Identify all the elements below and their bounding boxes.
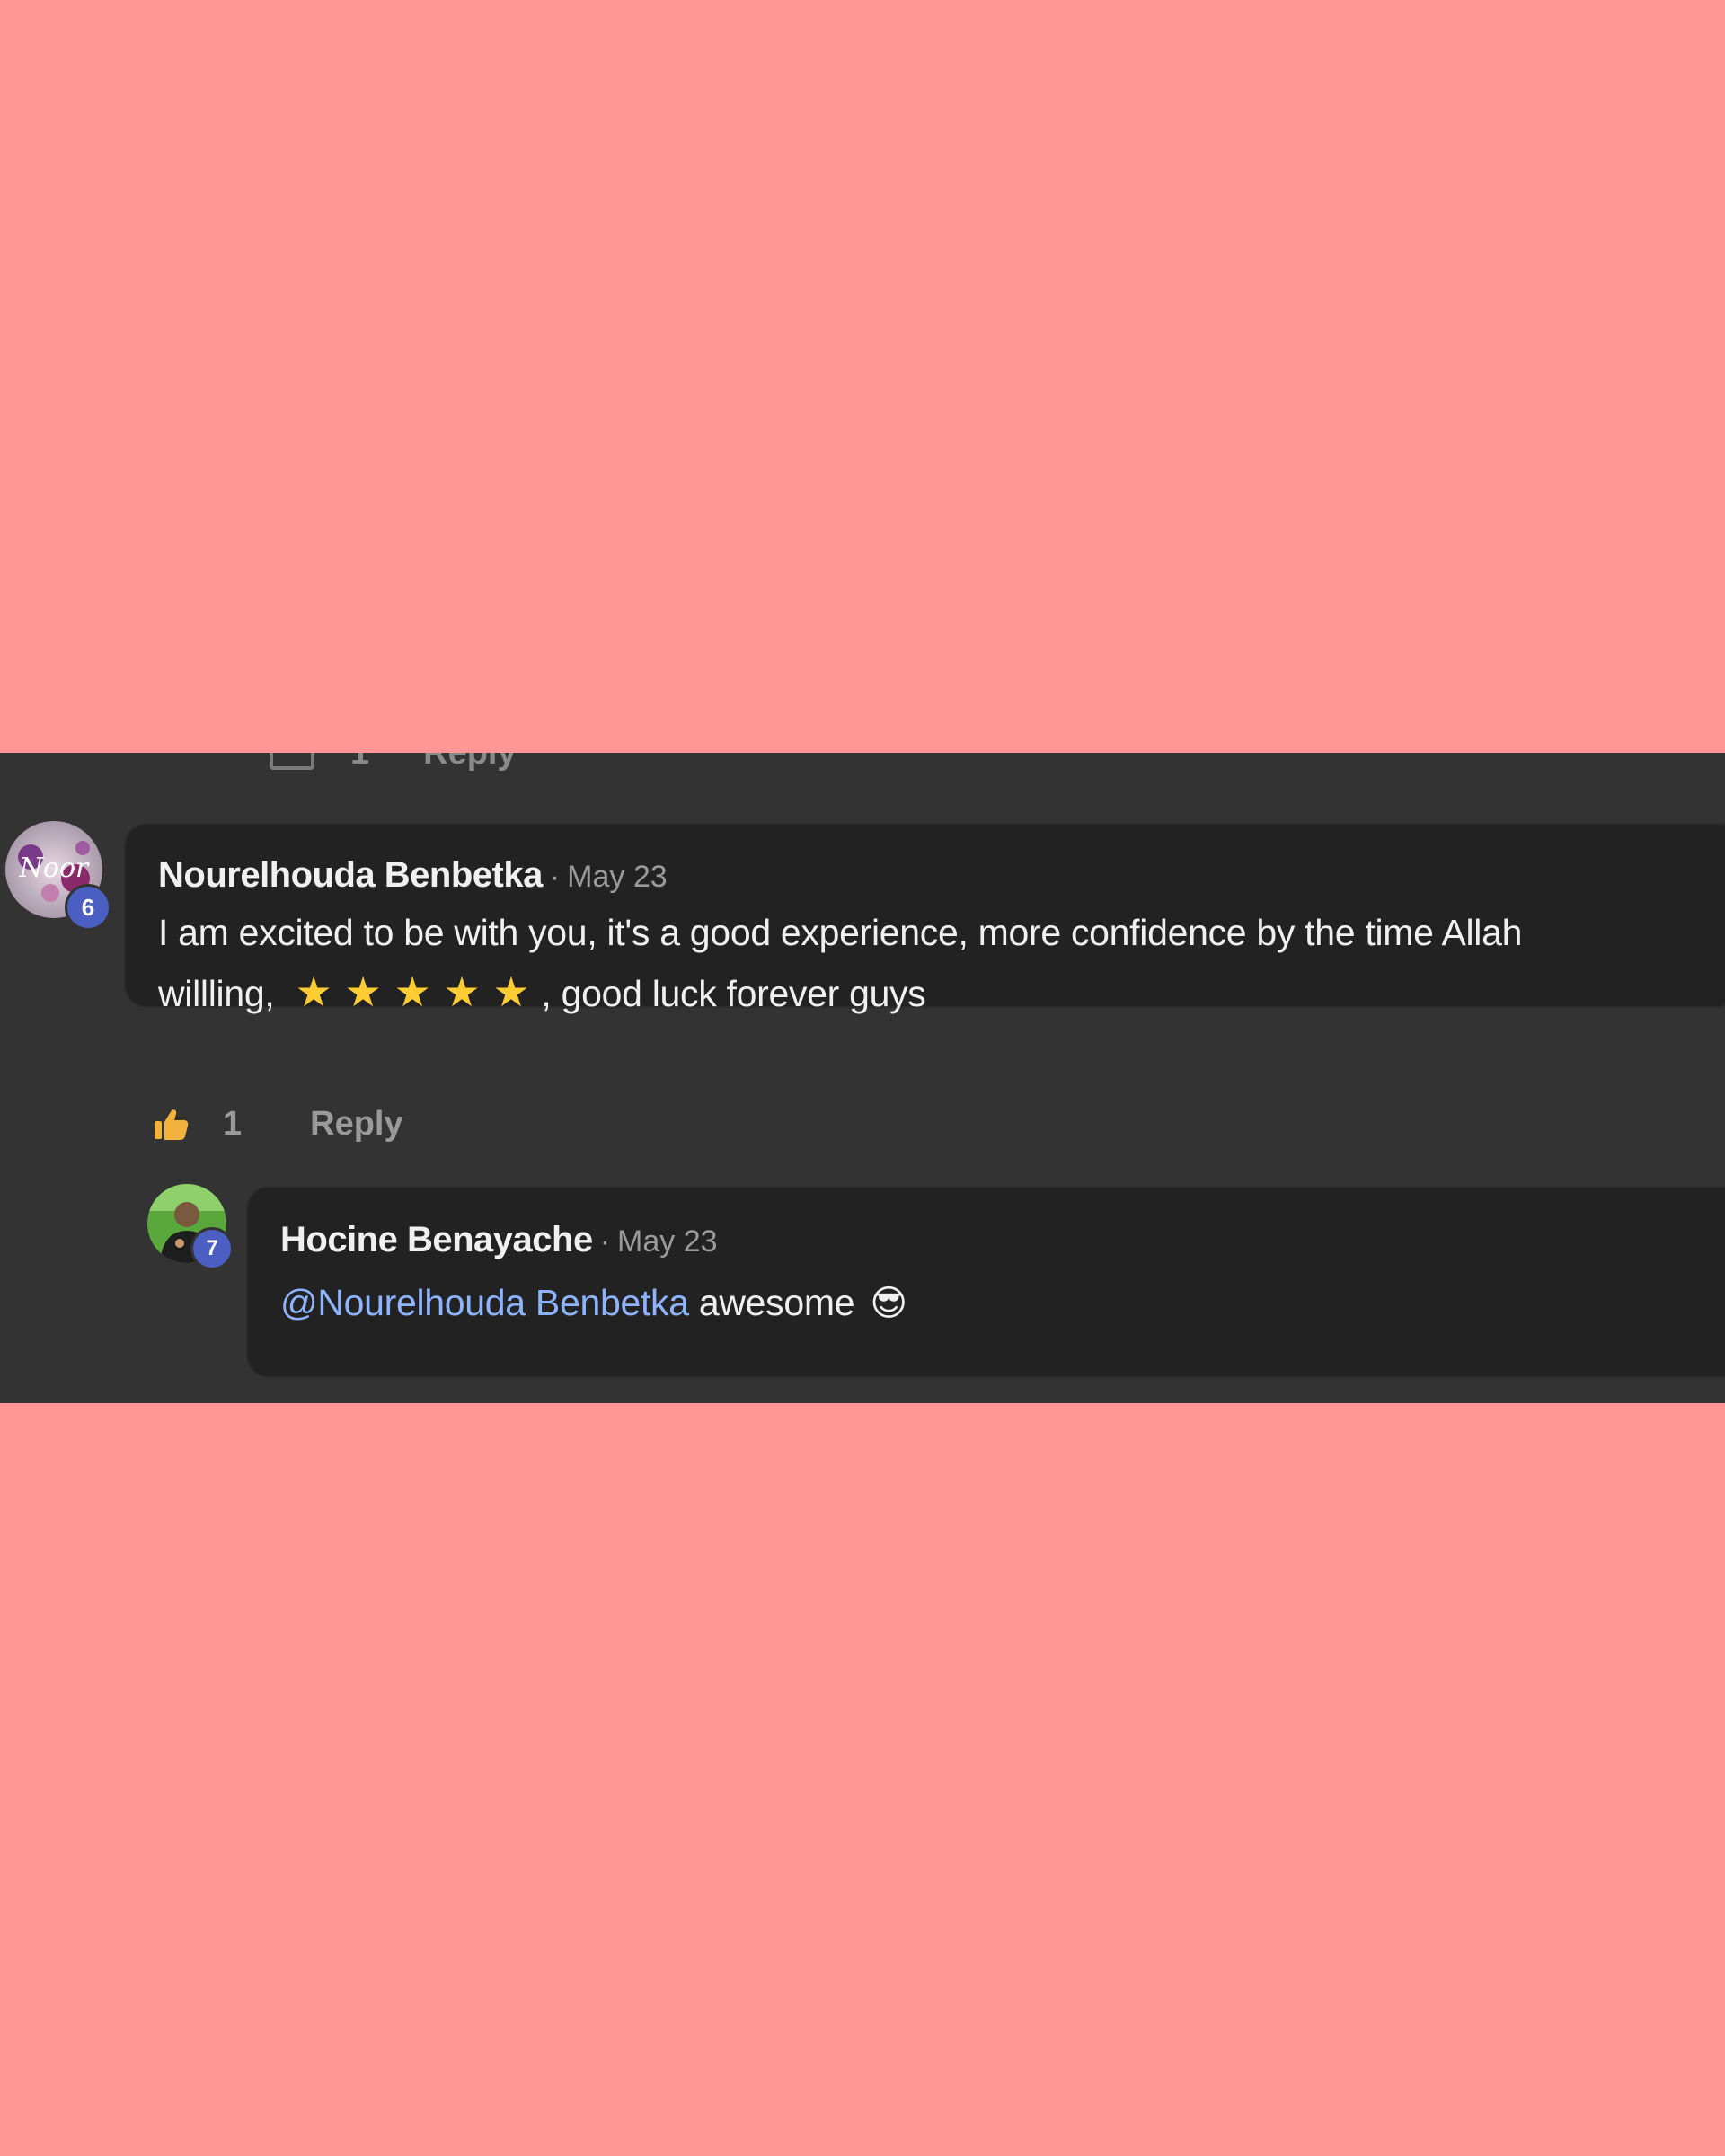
comment-date: May 23: [567, 860, 668, 894]
star-icon: ★: [394, 968, 431, 1015]
star-icon: ★: [295, 968, 332, 1015]
comment-header: Nourelhouda Benbetka · May 23: [158, 855, 1725, 896]
reply-bubble: Hocine Benayache · May 23 @Nourelhouda B…: [246, 1186, 1725, 1378]
comment-bubble: Nourelhouda Benbetka · May 23 I am excit…: [124, 823, 1725, 1015]
thumbs-up-icon[interactable]: [153, 1107, 189, 1143]
comment-text-line: I am excited to be with you, it's a good…: [158, 912, 1523, 953]
like-count: 1: [350, 753, 369, 773]
level-badge: 7: [190, 1227, 234, 1270]
comment-text: I am excited to be with you, it's a good…: [158, 903, 1725, 1023]
comment-actions: 1 Reply: [153, 1105, 403, 1144]
reply-text-body: awesome: [698, 1282, 855, 1323]
star-icon: ★: [492, 968, 530, 1015]
star-icon: ★: [443, 968, 481, 1015]
level-badge: 6: [65, 884, 111, 931]
thumbs-up-icon[interactable]: [270, 753, 314, 770]
avatar[interactable]: Noor 6: [5, 821, 111, 931]
reply-button[interactable]: Reply: [423, 753, 516, 773]
comment-text-line: willling, ★ ★ ★ ★ ★ , good luck forever guys: [158, 962, 1725, 1023]
reply-header: Hocine Benayache · May 23: [280, 1220, 1725, 1260]
comments-panel: 1 Reply Noor 6 Nou: [0, 753, 1725, 1403]
svg-text:Noor: Noor: [19, 853, 90, 884]
comment-text-segment: willling,: [158, 973, 275, 1014]
reply-author[interactable]: Hocine Benayache: [280, 1220, 593, 1260]
previous-comment-actions: 1 Reply: [270, 753, 517, 773]
comment-text-segment: , good luck forever guys: [541, 973, 926, 1014]
reply-avatar[interactable]: 7: [147, 1184, 234, 1270]
separator-dot: ·: [549, 860, 561, 894]
separator-dot: ·: [599, 1224, 611, 1259]
reply-text: @Nourelhouda Benbetka awesome 😎: [280, 1273, 1725, 1333]
mention-link[interactable]: @Nourelhouda Benbetka: [280, 1282, 689, 1323]
sunglasses-emoji-icon: 😎: [870, 1284, 907, 1323]
comment-author[interactable]: Nourelhouda Benbetka: [158, 855, 543, 896]
star-icon: ★: [344, 968, 382, 1015]
star-rating: ★ ★ ★ ★ ★: [296, 968, 542, 1015]
like-count: 1: [223, 1105, 243, 1143]
reply-button[interactable]: Reply: [310, 1105, 402, 1144]
reply-date: May 23: [617, 1224, 718, 1259]
